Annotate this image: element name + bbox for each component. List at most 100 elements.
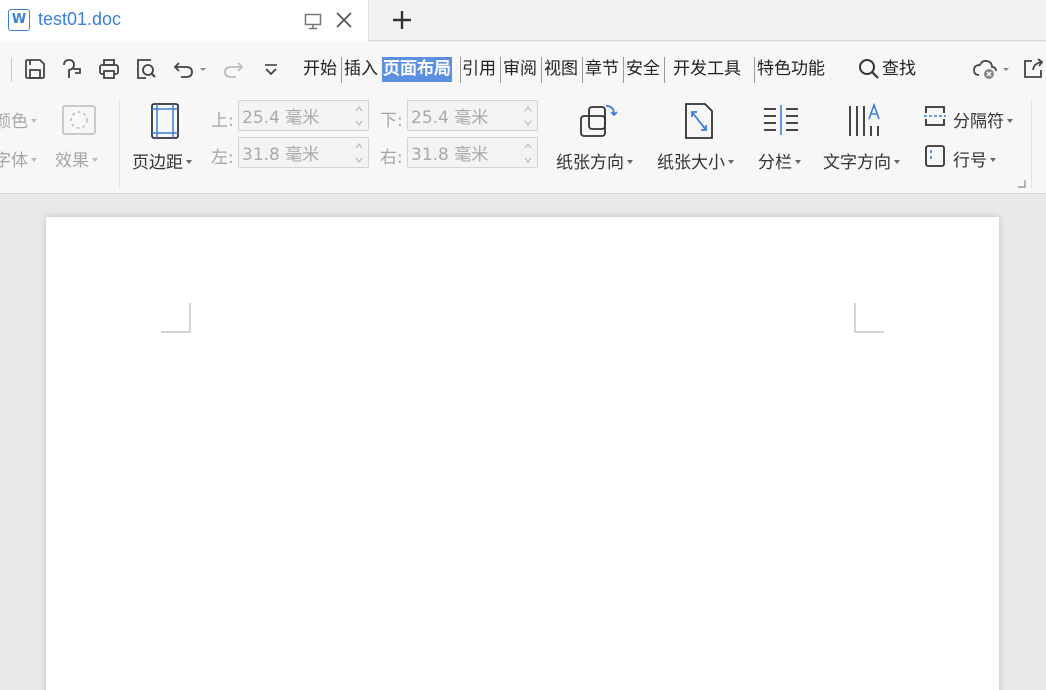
top-left-margin-marker (161, 303, 191, 333)
menu-divider (623, 57, 624, 83)
page-orientation-icon[interactable] (578, 102, 618, 140)
columns-icon[interactable] (762, 104, 800, 138)
spin-up-icon[interactable] (523, 104, 533, 114)
right-margin-label: 右: (380, 148, 403, 168)
print-preview-icon[interactable] (134, 57, 158, 81)
columns-button[interactable]: 分栏 (758, 148, 801, 173)
spin-down-icon[interactable] (523, 155, 533, 165)
bottom-margin-label: 下: (380, 111, 403, 131)
top-margin-input[interactable] (239, 101, 351, 130)
right-margin-field[interactable] (407, 137, 538, 168)
paper-size-label: 纸张大小 (657, 153, 725, 173)
page-orientation-button[interactable]: 纸张方向 (556, 148, 633, 173)
left-margin-field[interactable] (238, 137, 369, 168)
menu-divider (541, 57, 542, 83)
menu-special-features[interactable]: 特色功能 (757, 57, 825, 82)
tab-bar: W test01.doc (0, 0, 1046, 42)
theme-font-button[interactable]: 字体 (0, 146, 37, 171)
chevron-down-icon (627, 159, 633, 164)
right-margin-input[interactable] (408, 138, 520, 167)
menu-row: 开始 插入 页面布局 引用 审阅 视图 章节 安全 开发工具 特色功能 查找 (0, 42, 1046, 94)
text-direction-label: 文字方向 (823, 153, 891, 173)
top-margin-field[interactable] (238, 100, 369, 131)
text-direction-icon[interactable] (846, 102, 884, 140)
cloud-sync-icon[interactable] (972, 57, 1000, 81)
format-painter-icon[interactable] (60, 57, 84, 81)
chevron-down-icon (31, 157, 37, 162)
page-break-button[interactable]: 分隔符 (953, 107, 1013, 132)
page-break-label: 分隔符 (953, 112, 1004, 132)
new-tab-icon[interactable] (390, 8, 414, 32)
page-margins-icon[interactable] (149, 102, 181, 140)
menu-insert[interactable]: 插入 (344, 57, 378, 82)
menu-security[interactable]: 安全 (626, 57, 660, 82)
menu-page-layout[interactable]: 页面布局 (382, 57, 452, 82)
columns-label: 分栏 (758, 153, 792, 173)
spin-down-icon[interactable] (354, 118, 364, 128)
line-numbers-icon[interactable] (924, 144, 946, 168)
theme-color-button[interactable]: 颜色 (0, 107, 37, 132)
chevron-down-icon (728, 159, 734, 164)
page-setup-dialog-launcher-icon[interactable] (1017, 179, 1026, 188)
spin-up-icon[interactable] (354, 104, 364, 114)
bottom-margin-field[interactable] (407, 100, 538, 131)
spin-down-icon[interactable] (523, 118, 533, 128)
theme-effect-label: 效果 (55, 151, 89, 171)
theme-color-label: 颜色 (0, 112, 28, 132)
paper-size-button[interactable]: 纸张大小 (657, 148, 734, 173)
word-doc-icon: W (8, 9, 30, 31)
left-margin-input[interactable] (239, 138, 351, 167)
print-icon[interactable] (97, 57, 121, 81)
text-direction-button[interactable]: 文字方向 (823, 148, 900, 173)
menu-home[interactable]: 开始 (303, 57, 337, 82)
menu-divider (341, 57, 342, 83)
line-numbers-button[interactable]: 行号 (953, 146, 996, 171)
menu-divider (754, 57, 755, 83)
chevron-down-icon (31, 118, 37, 123)
chevron-down-icon (894, 159, 900, 164)
search-label[interactable]: 查找 (882, 57, 916, 82)
theme-font-label: 字体 (0, 151, 28, 171)
share-icon[interactable] (1021, 57, 1045, 81)
spin-up-icon[interactable] (523, 141, 533, 151)
customize-toolbar-icon[interactable] (259, 57, 283, 81)
cloud-dropdown-icon[interactable] (1001, 57, 1011, 81)
spin-up-icon[interactable] (354, 141, 364, 151)
close-tab-icon[interactable] (333, 9, 355, 31)
menu-references[interactable]: 引用 (462, 57, 496, 82)
save-icon[interactable] (23, 57, 47, 81)
page-margins-button[interactable]: 页边距 (132, 148, 192, 173)
ribbon-group-separator (119, 100, 120, 188)
menu-chapter[interactable]: 章节 (585, 57, 619, 82)
paper-size-icon[interactable] (683, 102, 715, 140)
document-tab-title: test01.doc (38, 9, 122, 29)
theme-effect-button[interactable]: 效果 (55, 146, 98, 171)
pin-to-desktop-icon[interactable] (303, 11, 323, 31)
chevron-down-icon (186, 159, 192, 164)
search-icon[interactable] (857, 57, 881, 81)
chevron-down-icon (92, 157, 98, 162)
undo-icon[interactable] (172, 57, 196, 81)
page-margins-label: 页边距 (132, 153, 183, 173)
menu-divider (460, 57, 461, 83)
ribbon-group-separator (1031, 100, 1032, 188)
menu-divider (500, 57, 501, 83)
top-right-margin-marker (854, 303, 884, 333)
undo-dropdown-icon[interactable] (198, 57, 208, 81)
menu-divider (664, 57, 665, 83)
menu-review[interactable]: 审阅 (503, 57, 537, 82)
page-break-icon[interactable] (923, 104, 947, 128)
line-numbers-label: 行号 (953, 151, 987, 171)
menu-view[interactable]: 视图 (544, 57, 578, 82)
spin-down-icon[interactable] (354, 155, 364, 165)
page-orientation-label: 纸张方向 (556, 153, 624, 173)
document-page[interactable] (46, 217, 999, 690)
chevron-down-icon (1007, 118, 1013, 123)
document-tab[interactable]: W test01.doc (0, 0, 369, 42)
toolbar-separator (11, 58, 12, 82)
redo-icon[interactable] (221, 57, 245, 81)
menu-divider (582, 57, 583, 83)
menu-developer-tools[interactable]: 开发工具 (673, 57, 741, 82)
bottom-margin-input[interactable] (408, 101, 520, 130)
left-margin-label: 左: (211, 148, 234, 168)
